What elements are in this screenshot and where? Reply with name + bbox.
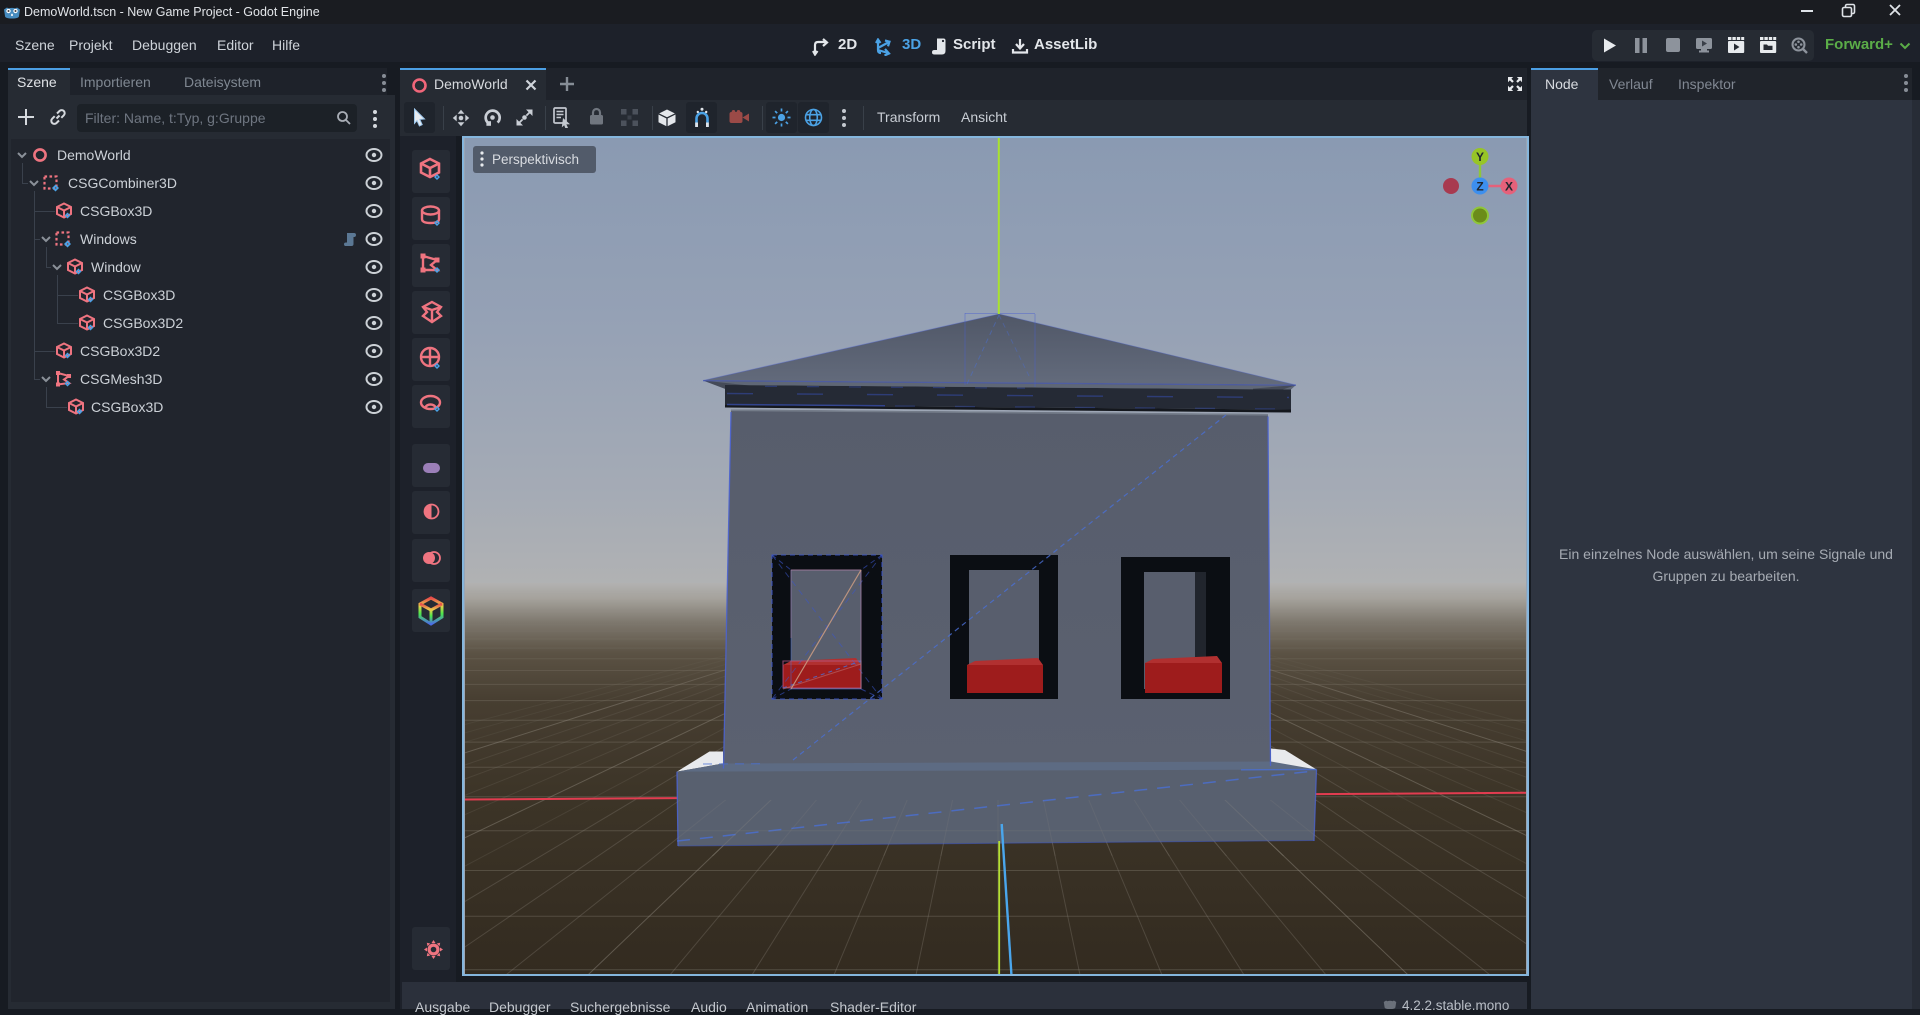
svg-text:Y: Y	[1476, 150, 1484, 164]
svg-text:Perspektivisch: Perspektivisch	[492, 152, 579, 167]
svg-text:Z: Z	[1476, 180, 1483, 194]
svg-text:X: X	[1505, 180, 1513, 194]
